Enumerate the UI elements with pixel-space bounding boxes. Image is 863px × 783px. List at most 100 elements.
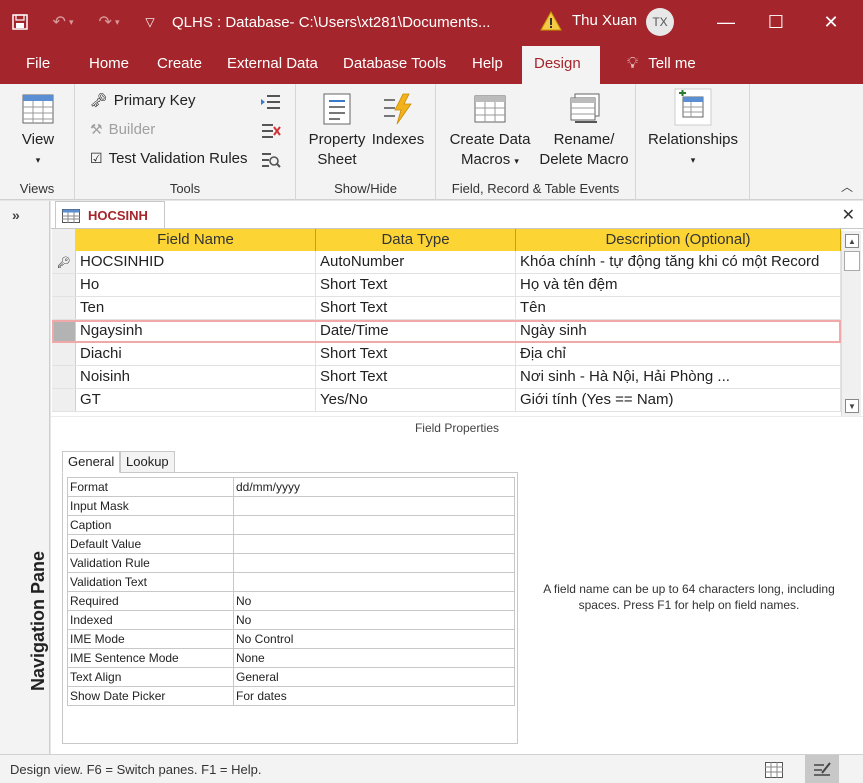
description-cell[interactable]: Nơi sinh - Hà Nội, Hải Phòng ...: [516, 366, 841, 388]
select-all-corner[interactable]: [52, 229, 76, 251]
table-row[interactable]: Diachi Short Text Địa chỉ: [52, 343, 841, 366]
save-icon[interactable]: [0, 0, 40, 44]
view-button[interactable]: View ▾: [10, 92, 66, 170]
customize-toolbar-icon[interactable]: ▽: [132, 0, 168, 44]
property-row[interactable]: Show Date Picker For dates: [67, 686, 515, 706]
description-cell[interactable]: Địa chỉ: [516, 343, 841, 365]
property-row[interactable]: IME Sentence Mode None: [67, 648, 515, 668]
property-value[interactable]: General: [233, 667, 515, 687]
property-row[interactable]: Validation Rule: [67, 553, 515, 573]
tab-tell-me[interactable]: 💡︎ Tell me: [615, 44, 708, 84]
property-value[interactable]: [233, 553, 515, 573]
collapse-ribbon-icon[interactable]: ︿: [841, 178, 853, 195]
property-value[interactable]: [233, 496, 515, 516]
tab-create[interactable]: Create: [145, 44, 214, 84]
minimize-button[interactable]: —: [703, 0, 749, 44]
field-name-cell[interactable]: Diachi: [76, 343, 316, 365]
design-view-icon[interactable]: [805, 755, 839, 783]
tab-file[interactable]: File: [14, 44, 62, 84]
close-button[interactable]: ✕: [808, 0, 854, 44]
header-data-type[interactable]: Data Type: [316, 229, 516, 251]
warning-icon[interactable]: [540, 10, 562, 32]
insert-rows-icon[interactable]: [261, 92, 281, 110]
document-tab[interactable]: HOCSINH: [55, 201, 165, 229]
scroll-up-icon[interactable]: ▲: [845, 234, 859, 248]
tab-design[interactable]: Design: [522, 46, 600, 84]
table-row[interactable]: GT Yes/No Giới tính (Yes == Nam): [52, 389, 841, 412]
property-value[interactable]: [233, 572, 515, 592]
row-selector[interactable]: [52, 320, 76, 342]
data-type-cell[interactable]: Short Text: [316, 343, 516, 365]
scroll-down-icon[interactable]: ▼: [845, 399, 859, 413]
user-name[interactable]: Thu Xuan: [572, 12, 637, 29]
row-selector[interactable]: [52, 274, 76, 296]
property-value[interactable]: dd/mm/yyyy: [233, 477, 515, 497]
delete-rows-icon[interactable]: [261, 121, 281, 139]
property-row[interactable]: Validation Text: [67, 572, 515, 592]
datasheet-view-icon[interactable]: [757, 755, 791, 783]
property-sheet-button[interactable]: Property Sheet: [304, 92, 370, 170]
indexes-button[interactable]: Indexes: [370, 92, 426, 150]
expand-nav-icon[interactable]: »: [12, 207, 20, 223]
primary-key-button[interactable]: 🗝︎ Primary Key: [90, 92, 195, 109]
primary-key-icon[interactable]: 🔑︎: [52, 251, 76, 273]
close-document-button[interactable]: ✕: [842, 205, 855, 225]
row-selector[interactable]: [52, 297, 76, 319]
description-cell[interactable]: Khóa chính - tự động tăng khi có một Rec…: [516, 251, 841, 273]
modify-lookups-icon[interactable]: [261, 150, 281, 168]
description-cell[interactable]: Giới tính (Yes == Nam): [516, 389, 841, 411]
row-selector[interactable]: [52, 343, 76, 365]
scroll-thumb[interactable]: [844, 251, 860, 271]
tab-help[interactable]: Help: [460, 44, 515, 84]
data-type-cell[interactable]: Date/Time: [316, 320, 516, 342]
tab-database-tools[interactable]: Database Tools: [331, 44, 458, 84]
property-value[interactable]: No: [233, 591, 515, 611]
property-value[interactable]: For dates: [233, 686, 515, 706]
tab-lookup[interactable]: Lookup: [120, 451, 175, 473]
navigation-pane[interactable]: » Navigation Pane: [0, 201, 50, 754]
rename-delete-macro-button[interactable]: Rename/ Delete Macro: [534, 92, 634, 170]
navigation-pane-label[interactable]: Navigation Pane: [28, 551, 49, 691]
vertical-scrollbar[interactable]: ▲ ▼: [841, 231, 861, 416]
create-data-macros-button[interactable]: Create Data Macros ▾: [444, 92, 536, 171]
test-validation-rules-button[interactable]: ☑︎ Test Validation Rules: [90, 150, 248, 167]
property-row[interactable]: Indexed No: [67, 610, 515, 630]
field-name-cell[interactable]: Noisinh: [76, 366, 316, 388]
description-cell[interactable]: Tên: [516, 297, 841, 319]
property-row[interactable]: Format dd/mm/yyyy: [67, 477, 515, 497]
maximize-button[interactable]: ☐: [753, 0, 799, 44]
property-row[interactable]: Caption: [67, 515, 515, 535]
table-row[interactable]: Ho Short Text Họ và tên đệm: [52, 274, 841, 297]
builder-button[interactable]: ⚒︎ Builder: [90, 121, 155, 138]
table-row[interactable]: Noisinh Short Text Nơi sinh - Hà Nội, Hả…: [52, 366, 841, 389]
property-value[interactable]: No: [233, 610, 515, 630]
tab-home[interactable]: Home: [77, 44, 141, 84]
data-type-cell[interactable]: Yes/No: [316, 389, 516, 411]
property-value[interactable]: No Control: [233, 629, 515, 649]
avatar[interactable]: TX: [646, 8, 674, 36]
property-row[interactable]: Text Align General: [67, 667, 515, 687]
relationships-button[interactable]: Relationships ▾: [642, 88, 744, 170]
property-row[interactable]: IME Mode No Control: [67, 629, 515, 649]
header-description[interactable]: Description (Optional): [516, 229, 841, 251]
field-name-cell[interactable]: Ngaysinh: [76, 320, 316, 342]
data-type-cell[interactable]: Short Text: [316, 366, 516, 388]
header-field-name[interactable]: Field Name: [76, 229, 316, 251]
table-row[interactable]: Ten Short Text Tên: [52, 297, 841, 320]
tab-general[interactable]: General: [62, 451, 121, 473]
tab-external-data[interactable]: External Data: [215, 44, 330, 84]
property-row[interactable]: Default Value: [67, 534, 515, 554]
table-row[interactable]: 🔑︎ HOCSINHID AutoNumber Khóa chính - tự …: [52, 251, 841, 274]
property-row[interactable]: Required No: [67, 591, 515, 611]
description-cell[interactable]: Ngày sinh: [516, 320, 841, 342]
field-name-cell[interactable]: Ho: [76, 274, 316, 296]
data-type-cell[interactable]: Short Text: [316, 274, 516, 296]
field-name-cell[interactable]: HOCSINHID: [76, 251, 316, 273]
field-name-cell[interactable]: Ten: [76, 297, 316, 319]
field-name-cell[interactable]: GT: [76, 389, 316, 411]
row-selector[interactable]: [52, 366, 76, 388]
data-type-cell[interactable]: AutoNumber: [316, 251, 516, 273]
property-row[interactable]: Input Mask: [67, 496, 515, 516]
description-cell[interactable]: Họ và tên đệm: [516, 274, 841, 296]
property-value[interactable]: [233, 515, 515, 535]
